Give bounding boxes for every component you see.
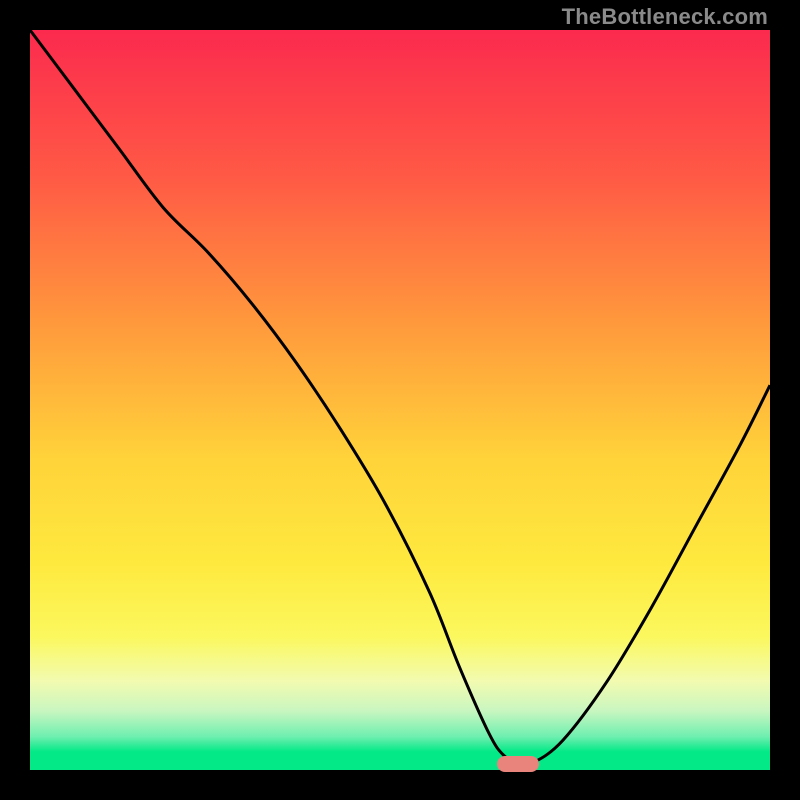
gradient-background (30, 30, 770, 770)
chart-frame (30, 30, 770, 770)
bottleneck-chart (30, 30, 770, 770)
optimal-marker (497, 756, 539, 772)
watermark-text: TheBottleneck.com (562, 4, 768, 30)
